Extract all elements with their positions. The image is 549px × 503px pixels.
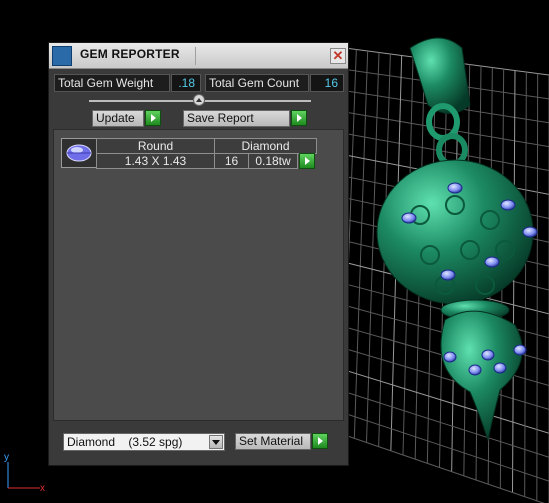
- title-bar[interactable]: GEM REPORTER ✕: [49, 43, 348, 69]
- pendant-drop: [440, 310, 523, 442]
- gem-stone: [401, 212, 417, 224]
- material-bar: Diamond (3.52 spg) Set Material: [49, 425, 348, 465]
- gem-stone: [493, 362, 507, 374]
- gem-row-go-icon[interactable]: [299, 153, 315, 169]
- gem-stone: [513, 344, 527, 356]
- title-separator: [195, 47, 196, 65]
- gem-reporter-window: GEM REPORTER ✕ Total Gem Weight .18 Tota…: [48, 42, 349, 466]
- gem-stone: [484, 256, 500, 268]
- chevron-down-icon[interactable]: [209, 435, 223, 449]
- total-gem-weight-value: .18: [171, 74, 201, 92]
- gem-stone: [468, 364, 482, 376]
- gem-weight-cell: 0.18tw: [248, 153, 298, 169]
- gem-type-header: Diamond: [214, 138, 317, 154]
- gem-stone: [440, 269, 456, 281]
- axis-x-label: x: [40, 483, 45, 494]
- gem-size-cell: 1.43 X 1.43: [96, 153, 215, 169]
- gem-shape-header: Round: [96, 138, 215, 154]
- save-report-button[interactable]: Save Report: [183, 110, 290, 127]
- window-title: GEM REPORTER: [80, 47, 180, 61]
- gem-stone: [481, 349, 495, 361]
- total-gem-count-label: Total Gem Count: [205, 74, 309, 92]
- gem-thumbnail-icon[interactable]: [61, 138, 97, 168]
- axis-y-label: y: [4, 452, 9, 463]
- gem-stone: [500, 199, 516, 211]
- pendant-main-sphere: [376, 159, 534, 305]
- update-button[interactable]: Update: [92, 110, 144, 127]
- gem-reporter-app-icon: [52, 46, 72, 66]
- save-report-go-icon[interactable]: [291, 110, 307, 126]
- material-selected-value: Diamond (3.52 spg): [67, 435, 183, 449]
- gem-stone: [443, 351, 457, 363]
- gem-list: Round Diamond 1.43 X 1.43 16 0.18tw: [53, 129, 344, 421]
- material-dropdown[interactable]: Diamond (3.52 spg): [63, 433, 225, 451]
- total-gem-weight-label: Total Gem Weight: [54, 74, 170, 92]
- 3d-viewport[interactable]: y x GEM REPORTER ✕ Total Gem Weight .18 …: [0, 0, 549, 503]
- pendant-bail: [409, 37, 471, 114]
- update-go-icon[interactable]: [145, 110, 161, 126]
- gem-stone: [447, 182, 463, 194]
- set-material-go-icon[interactable]: [312, 433, 328, 449]
- slider-thumb[interactable]: [193, 94, 205, 106]
- close-button[interactable]: ✕: [330, 48, 346, 64]
- gem-count-cell: 16: [214, 153, 249, 169]
- total-gem-count-value: 16: [310, 74, 344, 92]
- gem-stone: [522, 226, 538, 238]
- set-material-button[interactable]: Set Material: [235, 433, 311, 450]
